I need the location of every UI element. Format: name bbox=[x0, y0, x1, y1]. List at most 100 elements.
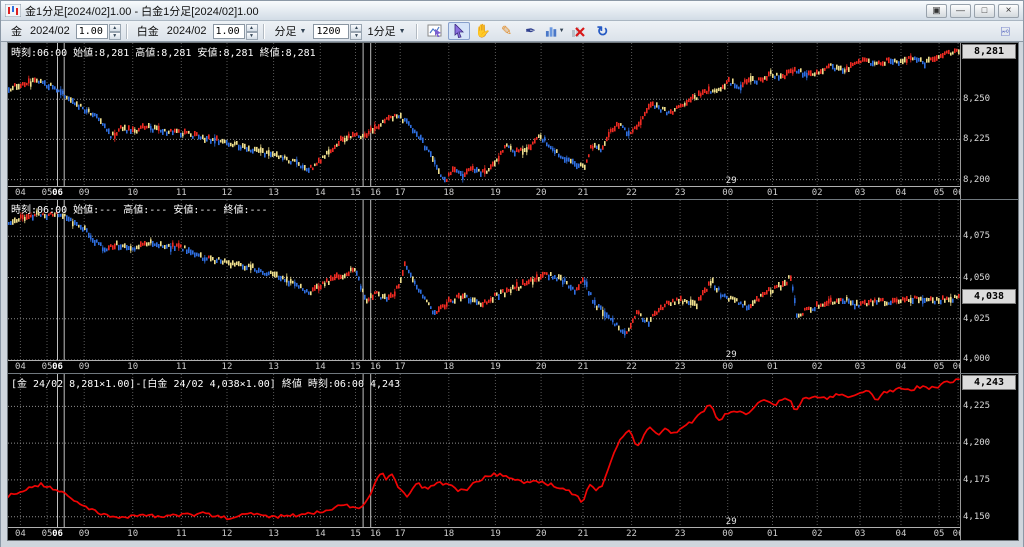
down-arrow-icon[interactable]: ▼ bbox=[350, 31, 363, 40]
x-axis-label: 14 bbox=[314, 188, 326, 198]
x-axis-label: 16 bbox=[370, 529, 381, 539]
y-axis-label: 8,250 bbox=[963, 94, 991, 105]
chevron-down-icon: ▼ bbox=[558, 28, 565, 34]
bar-type-dropdown[interactable]: 分足 ▼ bbox=[270, 21, 312, 41]
gold-label: 金 bbox=[11, 26, 22, 38]
x-axis-label: 15 bbox=[350, 529, 361, 539]
x-axis-label: 22 bbox=[626, 529, 637, 539]
bar-chart-icon bbox=[545, 26, 556, 37]
refresh-icon: ↻ bbox=[596, 22, 609, 39]
chart-select-tool-button[interactable] bbox=[424, 22, 446, 40]
x-axis-label: 04 bbox=[895, 362, 907, 372]
x-axis-label: 16 bbox=[370, 362, 381, 372]
spread-x-axis: 04 05 06 09 10 11 12 13 14 15 16 17 18 19 20 21 22 23 00 01… bbox=[8, 527, 960, 540]
spread-y-axis: 4,243 4,225 4,200 4,175 4,150 bbox=[960, 374, 1018, 540]
x-axis-label: 10 bbox=[127, 362, 139, 372]
platinum-multiplier-stepper[interactable]: ▲▼ bbox=[212, 23, 258, 40]
x-axis-label: 17 bbox=[394, 188, 406, 198]
x-axis-label: 00 bbox=[722, 188, 734, 198]
popup-window-button[interactable]: ▣ bbox=[926, 3, 947, 18]
close-button[interactable]: × bbox=[998, 3, 1019, 18]
chart-type-button[interactable]: ▼ bbox=[544, 22, 566, 40]
gold-chart-plot[interactable]: 時刻:06:00 始値:8,281 高値:8,281 安値:8,281 終値:8… bbox=[8, 43, 960, 199]
x-axis-label: 13 bbox=[268, 529, 280, 539]
x-axis-label: 10 bbox=[127, 529, 139, 539]
y-axis-label: 4,225 bbox=[963, 401, 991, 412]
x-axis-label: 01 bbox=[767, 188, 778, 198]
interval-label: 1分足 bbox=[367, 26, 396, 38]
x-axis-label: 06 bbox=[52, 529, 63, 539]
x-axis-label: 05 bbox=[41, 188, 53, 198]
toolbar-separator bbox=[415, 23, 418, 39]
chart-select-icon bbox=[427, 24, 442, 37]
platinum-quote-info: 時刻:06:00 始値:--- 高値:--- 安値:--- 終値:--- bbox=[11, 205, 268, 216]
minimize-button[interactable]: — bbox=[950, 3, 971, 18]
bar-count-stepper[interactable]: ▲▼ bbox=[313, 23, 363, 40]
x-axis-label: 20 bbox=[535, 188, 547, 198]
x-axis-label: 21 bbox=[577, 529, 589, 539]
x-axis-label: 06 bbox=[52, 362, 63, 372]
title-bar[interactable]: 金1分足[2024/02]1.00 - 白金1分足[2024/02]1.00 ▣… bbox=[1, 1, 1023, 21]
platinum-multiplier-input[interactable] bbox=[212, 23, 245, 39]
fountain-pen-icon: ✒ bbox=[525, 23, 536, 38]
refresh-button[interactable]: ↻ bbox=[592, 22, 614, 40]
x-axis-label: 03 bbox=[854, 529, 866, 539]
gold-multiplier-arrows[interactable]: ▲ ▼ bbox=[108, 23, 121, 40]
x-axis-label: 02 bbox=[811, 529, 823, 539]
chevron-down-icon: ▼ bbox=[398, 27, 406, 35]
window-title: 金1分足[2024/02]1.00 - 白金1分足[2024/02]1.00 bbox=[25, 5, 259, 18]
x-axis-label: 20 bbox=[535, 362, 547, 372]
x-axis-label: 12 bbox=[221, 188, 233, 198]
gold-multiplier-input[interactable] bbox=[75, 23, 108, 39]
bar-count-arrows[interactable]: ▲ ▼ bbox=[350, 23, 363, 40]
up-arrow-icon[interactable]: ▲ bbox=[245, 23, 258, 32]
gold-quote-info: 時刻:06:00 始値:8,281 高値:8,281 安値:8,281 終値:8… bbox=[11, 48, 316, 59]
arrow-cursor-tool-button[interactable] bbox=[447, 22, 470, 40]
platinum-multiplier-arrows[interactable]: ▲ ▼ bbox=[245, 23, 258, 40]
x-axis-label: 05 bbox=[41, 362, 53, 372]
spread-chart-plot[interactable]: [金 24/02 8,281×1.00]-[白金 24/02 4,038×1.0… bbox=[8, 374, 960, 540]
x-axis-label: 02 bbox=[811, 188, 823, 198]
platinum-chart-plot[interactable]: 時刻:06:00 始値:--- 高値:--- 安値:--- 終値:--- 29 0… bbox=[8, 200, 960, 373]
delete-chart-button[interactable] bbox=[568, 22, 590, 40]
x-axis-label: 17 bbox=[394, 529, 406, 539]
platinum-current-price: 4,038 bbox=[962, 289, 1016, 305]
down-arrow-icon[interactable]: ▼ bbox=[108, 31, 121, 40]
up-arrow-icon[interactable]: ▲ bbox=[350, 23, 363, 32]
pencil-tool-button[interactable]: ✎ bbox=[496, 22, 518, 40]
y-axis-label: 4,150 bbox=[963, 511, 991, 522]
spread-chart-panel: [金 24/02 8,281×1.00]-[白金 24/02 4,038×1.0… bbox=[7, 373, 1019, 541]
x-axis-label: 00 bbox=[722, 362, 734, 372]
x-axis-label: 15 bbox=[350, 362, 361, 372]
x-axis-label: 03 bbox=[854, 188, 866, 198]
settings-button[interactable]: ⚿ bbox=[994, 22, 1016, 40]
x-axis-label: 12 bbox=[221, 362, 233, 372]
wrench-icon: ⚿ bbox=[998, 26, 1013, 36]
x-axis-label: 11 bbox=[175, 529, 187, 539]
gold-multiplier-stepper[interactable]: ▲▼ bbox=[75, 23, 121, 40]
platinum-x-axis: 04 05 06 09 10 11 12 13 14 15 16 17 18 19 20 21 22 23 00 01… bbox=[8, 360, 960, 373]
x-axis-label: 19 bbox=[490, 362, 501, 372]
pencil-icon: ✎ bbox=[501, 23, 512, 38]
x-axis-label: 16 bbox=[370, 188, 381, 198]
x-axis-label: 06 bbox=[52, 188, 63, 198]
bar-count-input[interactable] bbox=[313, 23, 350, 39]
window-frame-bottom bbox=[7, 541, 1019, 547]
y-axis-label: 4,050 bbox=[963, 272, 991, 283]
app-icon bbox=[5, 4, 21, 17]
x-axis-label: 13 bbox=[268, 188, 280, 198]
hand-tool-button[interactable]: ✋ bbox=[472, 22, 494, 40]
gold-current-price: 8,281 bbox=[962, 44, 1016, 59]
down-arrow-icon[interactable]: ▼ bbox=[245, 31, 258, 40]
x-axis-label: 01 bbox=[767, 362, 778, 372]
interval-dropdown[interactable]: 1分足 ▼ bbox=[362, 21, 410, 41]
x-axis-label: 18 bbox=[443, 188, 455, 198]
pen-tool-button[interactable]: ✒ bbox=[520, 22, 542, 40]
maximize-button[interactable]: □ bbox=[974, 3, 995, 18]
y-axis-label: 4,075 bbox=[963, 231, 991, 242]
x-axis-label: 09 bbox=[78, 362, 90, 372]
x-axis-label: 09 bbox=[78, 188, 90, 198]
up-arrow-icon[interactable]: ▲ bbox=[108, 23, 121, 32]
arrow-cursor-icon bbox=[454, 24, 464, 38]
toolbar-separator bbox=[262, 23, 265, 39]
